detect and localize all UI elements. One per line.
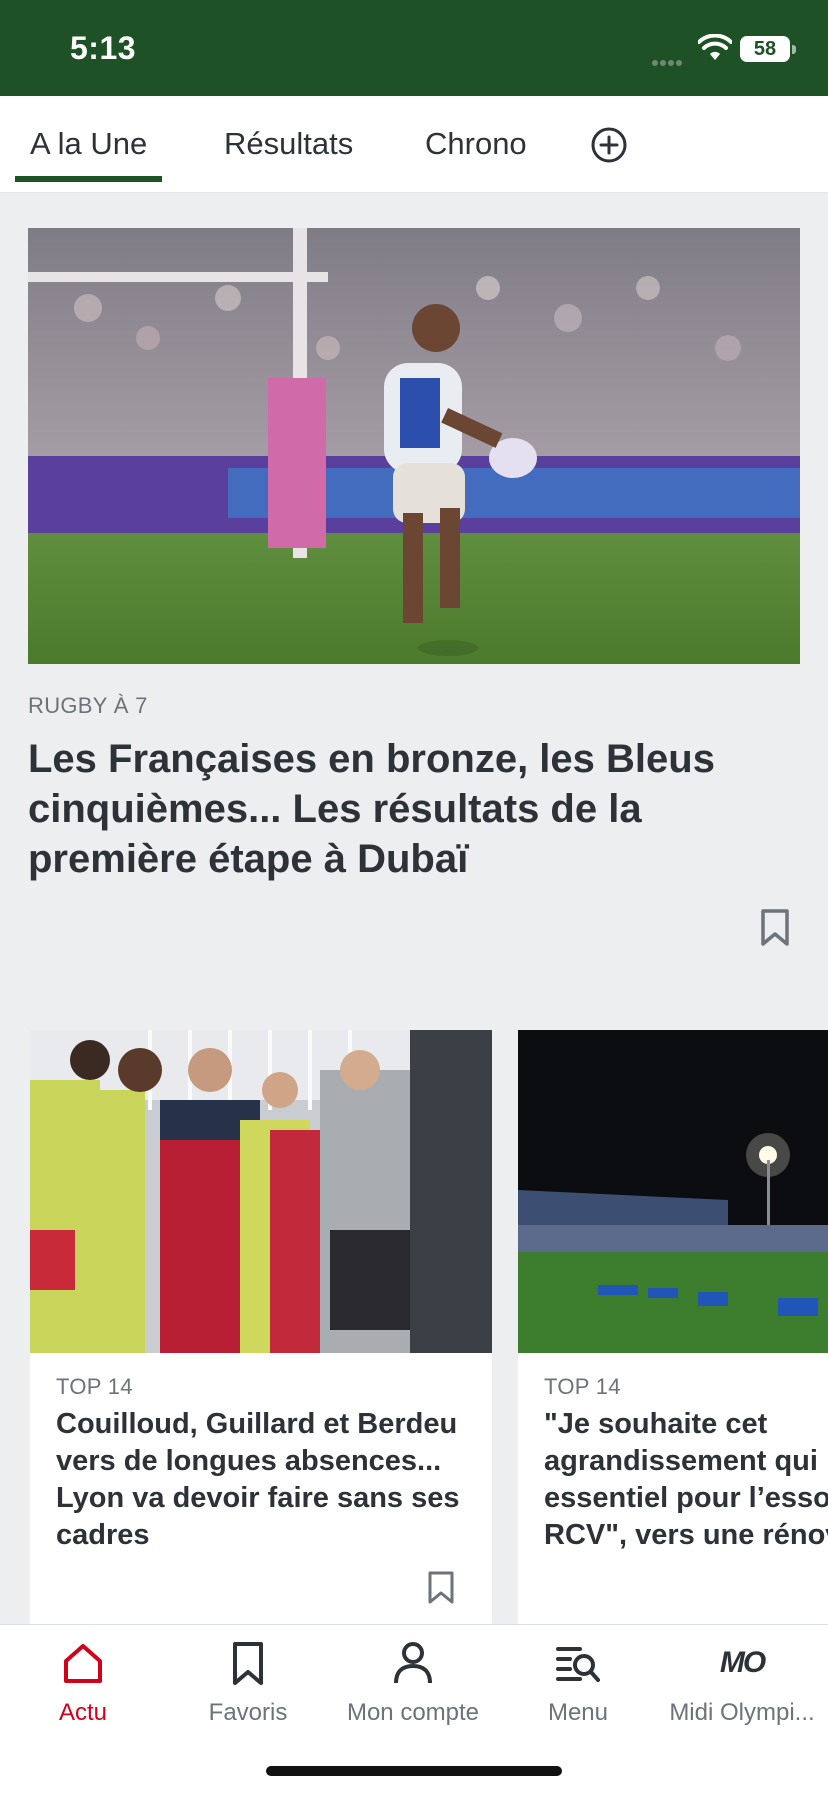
- article-card[interactable]: TOP 14 "Je souhaite cet agrandissement q…: [518, 1030, 828, 1630]
- bookmark-icon[interactable]: [426, 1570, 456, 1606]
- article-title[interactable]: "Je souhaite cet agrandissement qui esse…: [544, 1406, 828, 1554]
- battery-icon: 58: [740, 36, 796, 62]
- nav-label: Actu: [58, 1699, 108, 1726]
- article-category: TOP 14: [544, 1374, 621, 1399]
- article-title[interactable]: Couilloud, Guillard et Berdeu vers de lo…: [56, 1406, 476, 1554]
- status-time: 5:13: [70, 30, 137, 66]
- article-image: [518, 1030, 828, 1353]
- nav-midi-olympique[interactable]: MO Midi Olympi...: [660, 1639, 824, 1727]
- article-category: TOP 14: [56, 1374, 133, 1399]
- status-bar: 5:13 58: [0, 0, 828, 96]
- hero-article-image[interactable]: [28, 228, 800, 664]
- wifi-icon: [698, 34, 732, 60]
- nav-actu[interactable]: Actu: [1, 1639, 165, 1727]
- nav-favoris[interactable]: Favoris: [166, 1639, 330, 1727]
- signal-icon: [652, 53, 690, 66]
- title-line: agrandissement qui: [544, 1445, 818, 1477]
- nav-menu[interactable]: Menu: [496, 1639, 660, 1727]
- mo-logo-icon: MO: [719, 1646, 766, 1679]
- bookmark-icon: [233, 1642, 263, 1685]
- bookmark-icon[interactable]: [758, 908, 792, 948]
- home-indicator: [266, 1766, 562, 1776]
- hero-category: RUGBY À 7: [28, 693, 148, 718]
- nav-label: Favoris: [208, 1699, 288, 1726]
- tab-a-la-une[interactable]: A la Une: [14, 126, 163, 182]
- add-tab-icon[interactable]: [590, 126, 628, 164]
- person-icon: [394, 1642, 432, 1684]
- nav-label: Menu: [547, 1699, 609, 1726]
- nav-label: Mon compte: [346, 1699, 480, 1726]
- article-card[interactable]: TOP 14 Couilloud, Guillard et Berdeu ver…: [30, 1030, 492, 1630]
- tab-resultats[interactable]: Résultats: [224, 126, 353, 162]
- home-icon: [64, 1644, 102, 1683]
- article-image: [30, 1030, 492, 1353]
- tab-chrono[interactable]: Chrono: [425, 126, 527, 162]
- section-tabs: A la Une Résultats Chrono: [0, 96, 828, 193]
- menu-search-icon: [556, 1647, 600, 1682]
- title-line: essentiel pour l’esso: [544, 1482, 828, 1514]
- nav-label: Midi Olympi...: [669, 1699, 815, 1726]
- nav-mon-compte[interactable]: Mon compte: [331, 1639, 495, 1727]
- hero-title[interactable]: Les Françaises en bronze, les Bleus cinq…: [28, 734, 768, 884]
- title-line: RCV", vers une rénov: [544, 1519, 828, 1551]
- title-line: "Je souhaite cet: [544, 1408, 768, 1440]
